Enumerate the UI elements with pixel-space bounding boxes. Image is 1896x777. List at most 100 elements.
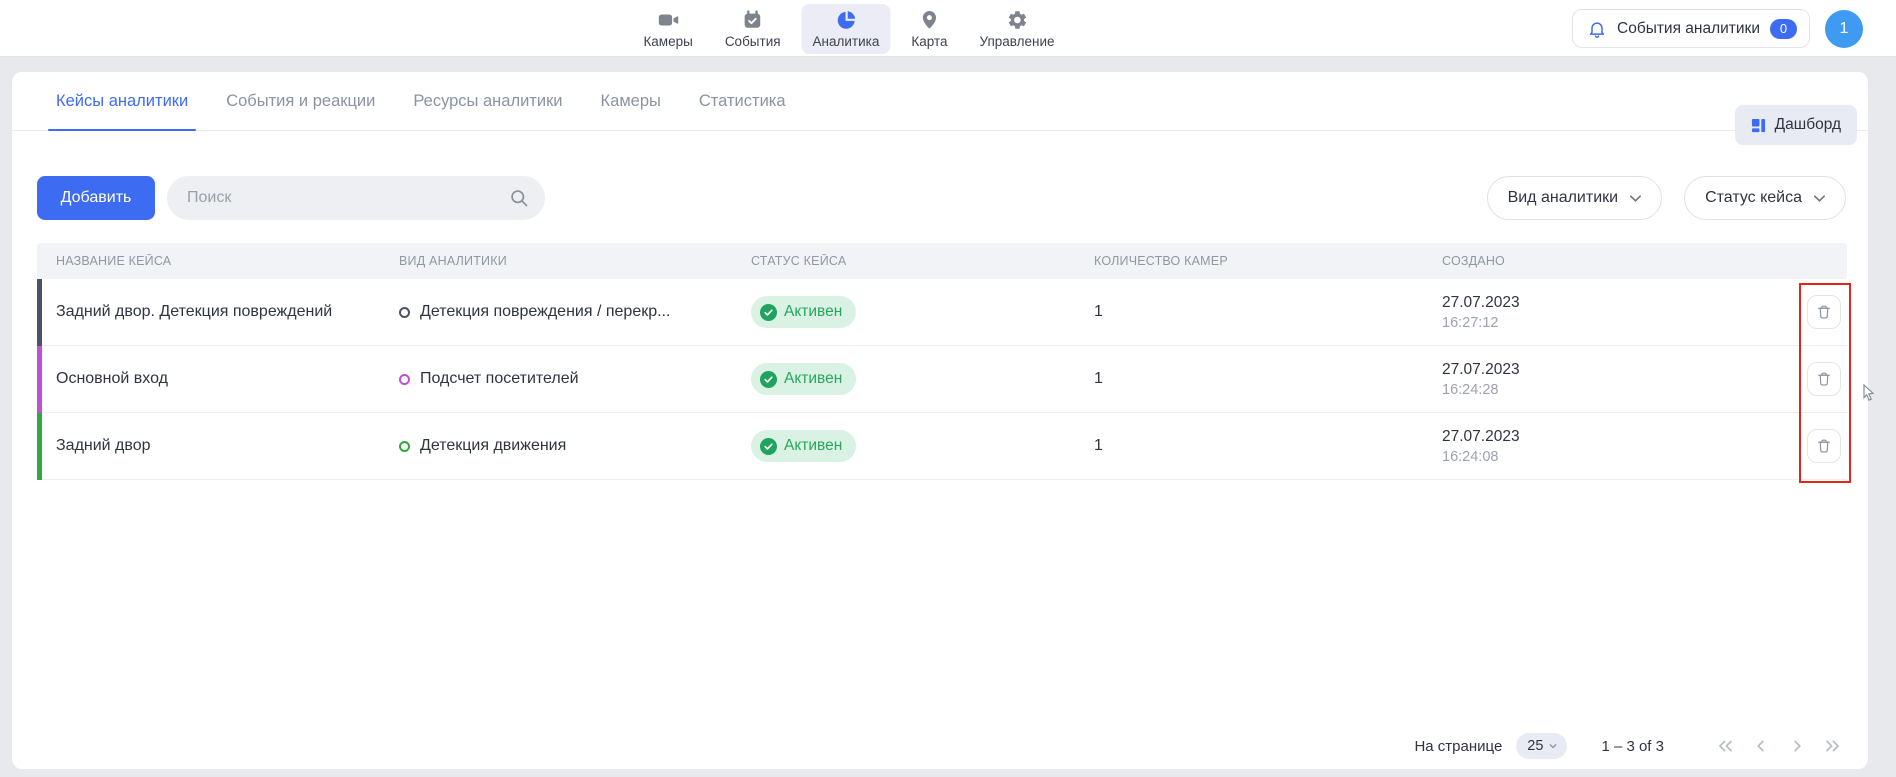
case-accent-bar: [37, 346, 42, 413]
analytics-events-button[interactable]: События аналитики 0: [1572, 9, 1810, 48]
nav-item-camera[interactable]: Камеры: [632, 4, 703, 54]
case-name: Задний двор: [37, 437, 380, 455]
nav-item-events[interactable]: События: [714, 4, 792, 54]
nav-item-map-pin[interactable]: Карта: [900, 4, 958, 54]
case-name: Основной вход: [37, 370, 380, 388]
column-header-3: СТАТУС КЕЙСА: [732, 254, 1075, 268]
tab-1[interactable]: Кейсы аналитики: [56, 72, 188, 130]
delete-case-button[interactable]: [1807, 429, 1841, 463]
add-button[interactable]: Добавить: [37, 176, 155, 220]
pagination-range: 1 – 3 of 3: [1601, 738, 1664, 755]
actions-cell: [1767, 429, 1847, 463]
analytics-type-cell: Подсчет посетителей: [380, 370, 732, 388]
nav-item-gear[interactable]: Управление: [969, 4, 1066, 54]
nav-item-analytics[interactable]: Аналитика: [802, 4, 891, 54]
dashboard-button-label: Дашборд: [1775, 116, 1841, 134]
pager-buttons: [1712, 733, 1846, 759]
tabs-bar: Кейсы аналитики События и реакции Ресурсы …: [12, 72, 1868, 131]
camera-count: 1: [1075, 303, 1423, 321]
created-date: 27.07.2023: [1442, 428, 1767, 446]
toolbar: Добавить Вид аналитики Статус кейса: [37, 176, 1846, 220]
search-input[interactable]: [187, 189, 509, 207]
check-circle-icon: [760, 304, 777, 321]
created-time: 16:27:12: [1442, 315, 1767, 331]
bell-icon: [1587, 19, 1607, 39]
user-avatar[interactable]: 1: [1825, 10, 1863, 48]
filters: Вид аналитики Статус кейса: [1487, 176, 1846, 220]
prev-page-button[interactable]: [1748, 733, 1774, 759]
per-page-label: На странице: [1414, 738, 1502, 755]
status-badge: Активен: [751, 296, 856, 328]
chevron-down-icon: [1548, 741, 1558, 751]
created-date: 27.07.2023: [1442, 294, 1767, 312]
nav-item-label: Карта: [911, 34, 947, 49]
nav-item-label: Управление: [980, 34, 1055, 49]
case-status-cell: Активен: [732, 430, 1075, 462]
table-row[interactable]: Основной входПодсчет посетителей Активен 1…: [37, 346, 1847, 413]
filter-dropdown-2[interactable]: Статус кейса: [1684, 176, 1846, 220]
tab-3[interactable]: Ресурсы аналитики: [413, 72, 562, 130]
chevron-down-icon: [1812, 191, 1827, 206]
created-cell: 27.07.202316:24:28: [1423, 361, 1767, 398]
nav-item-label: Аналитика: [813, 34, 880, 49]
double-chevron-left-icon: [1714, 735, 1736, 757]
last-page-button[interactable]: [1820, 733, 1846, 759]
search-box[interactable]: [167, 176, 545, 220]
status-badge: Активен: [751, 363, 856, 395]
analytics-cases-table: НАЗВАНИЕ КЕЙСАВИД АНАЛИТИКИСТАТУС КЕЙСАК…: [37, 243, 1847, 480]
analytics-type-cell: Детекция повреждения / перекр...: [380, 303, 732, 321]
filter-label: Вид аналитики: [1508, 189, 1619, 207]
case-name: Задний двор. Детекция повреждений: [37, 303, 380, 321]
trash-icon: [1815, 303, 1833, 321]
table-row[interactable]: Задний двор Детекция движения Активен 1 27.0…: [37, 413, 1847, 480]
column-header-2: ВИД АНАЛИТИКИ: [380, 254, 732, 268]
table-row[interactable]: Задний двор. Детекция поврежденийДетекци…: [37, 279, 1847, 346]
header-right: События аналитики 0 1: [1572, 9, 1863, 48]
status-label: Активен: [784, 370, 842, 388]
chevron-down-icon: [1628, 191, 1643, 206]
filter-label: Статус кейса: [1705, 189, 1802, 207]
delete-case-button[interactable]: [1807, 362, 1841, 396]
camera-icon: [657, 9, 679, 31]
column-header-5: СОЗДАНО: [1423, 254, 1767, 268]
top-header: Камеры События Аналитика Карта Управление Со…: [0, 0, 1896, 57]
camera-count: 1: [1075, 437, 1423, 455]
analytics-icon: [835, 9, 857, 31]
next-page-button[interactable]: [1784, 733, 1810, 759]
search-icon: [509, 188, 529, 208]
filter-dropdown-1[interactable]: Вид аналитики: [1487, 176, 1663, 220]
analytics-type-cell: Детекция движения: [380, 437, 732, 455]
column-header-1: НАЗВАНИЕ КЕЙСА: [37, 254, 380, 268]
created-cell: 27.07.2023 16:27:12: [1423, 294, 1767, 331]
status-label: Активен: [784, 303, 842, 321]
delete-case-button[interactable]: [1807, 295, 1841, 329]
analytics-type-label: Детекция движения: [420, 437, 566, 455]
double-chevron-right-icon: [1822, 735, 1844, 757]
tab-5[interactable]: Статистика: [699, 72, 786, 130]
dashboard-button[interactable]: Дашборд: [1735, 105, 1857, 145]
chevron-right-icon: [1786, 735, 1808, 757]
case-accent-bar: [37, 279, 42, 346]
per-page-select[interactable]: 25: [1516, 733, 1567, 759]
actions-cell: [1767, 362, 1847, 396]
per-page-value: 25: [1527, 738, 1543, 754]
camera-count: 1: [1075, 370, 1423, 388]
status-label: Активен: [784, 437, 842, 455]
check-circle-icon: [760, 438, 777, 455]
table-body: Задний двор. Детекция поврежденийДетекци…: [37, 279, 1847, 480]
tabs: Кейсы аналитики События и реакции Ресурсы …: [56, 72, 786, 130]
first-page-button[interactable]: [1712, 733, 1738, 759]
created-time: 16:24:08: [1442, 449, 1767, 465]
tab-2[interactable]: События и реакции: [226, 72, 375, 130]
nav-item-label: Камеры: [643, 34, 692, 49]
gear-icon: [1006, 9, 1028, 31]
tab-4[interactable]: Камеры: [601, 72, 661, 130]
main-panel: Кейсы аналитики События и реакции Ресурсы …: [12, 72, 1868, 769]
table-header: НАЗВАНИЕ КЕЙСАВИД АНАЛИТИКИСТАТУС КЕЙСАК…: [37, 243, 1847, 279]
chevron-left-icon: [1750, 735, 1772, 757]
analytics-events-label: События аналитики: [1617, 20, 1760, 38]
top-nav: Камеры События Аналитика Карта Управление: [632, 4, 1065, 54]
trash-icon: [1815, 370, 1833, 388]
events-icon: [742, 9, 764, 31]
analytics-type-icon: [399, 441, 410, 452]
